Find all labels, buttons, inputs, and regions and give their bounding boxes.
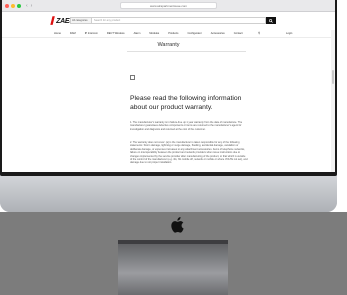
menu-item-home[interactable]: Home [54, 32, 61, 35]
site-header: ▍ZAES All categories Search for any prod… [2, 12, 335, 30]
page-content: Warranty Please read the following infor… [2, 38, 335, 164]
scrollbar-thumb[interactable] [332, 70, 334, 84]
menu-item-modules[interactable]: Modules [149, 32, 159, 35]
menu-item-ip-intercom[interactable]: IP Intercom [85, 32, 98, 35]
main-menu: Home DAM IP Intercom DECT Wireless Alarm… [2, 30, 335, 38]
warranty-paragraph-1: 1. The manufacturer's warranty is in fai… [130, 121, 243, 131]
forward-icon[interactable]: › [31, 3, 33, 9]
search-icon [269, 18, 273, 23]
document-icon [130, 75, 135, 80]
menu-item-dect-wireless[interactable]: DECT Wireless [107, 32, 125, 35]
close-window-icon[interactable] [5, 3, 9, 8]
monitor-stand-edge [118, 240, 228, 244]
apple-logo-icon [171, 217, 184, 233]
search-input[interactable]: Search for any product [92, 17, 266, 24]
menu-item-configurator[interactable]: Configurator [187, 32, 201, 35]
monitor-chin [0, 176, 337, 212]
category-select-value: All categories [72, 19, 88, 22]
monitor: ‹ › www.airapartmentsuae.com ▍ZAES All c… [0, 0, 337, 212]
category-select[interactable]: All categories [70, 17, 92, 24]
search-button[interactable] [266, 17, 276, 24]
menu-item-dam[interactable]: DAM [70, 32, 76, 35]
browser-titlebar: ‹ › www.airapartmentsuae.com [2, 0, 335, 12]
search-placeholder: Search for any product [94, 19, 121, 22]
menu-item-products[interactable]: Products [168, 32, 178, 35]
maximize-window-icon[interactable] [17, 3, 21, 8]
login-link[interactable]: Login [286, 32, 292, 35]
scene: ‹ › www.airapartmentsuae.com ▍ZAES All c… [0, 0, 347, 295]
warranty-paragraph-2: 2. The warranty does not cover: (a) is t… [130, 141, 248, 165]
cart-icon[interactable]: ⚲ [258, 31, 260, 35]
menu-item-alarm[interactable]: Alarm [134, 32, 141, 35]
back-icon[interactable]: ‹ [26, 3, 28, 9]
menu-item-contact[interactable]: Contact [234, 32, 243, 35]
minimize-window-icon[interactable] [11, 3, 15, 8]
menu-item-accessories[interactable]: Accessories [211, 32, 225, 35]
warranty-headline: Please read the following information ab… [130, 95, 242, 111]
address-bar[interactable]: www.airapartmentsuae.com [120, 2, 217, 9]
monitor-stand [118, 240, 228, 295]
page-scrollbar[interactable] [331, 30, 335, 172]
page-title: Warranty [157, 42, 180, 48]
url-text: www.airapartmentsuae.com [149, 3, 187, 8]
monitor-bezel: ‹ › www.airapartmentsuae.com ▍ZAES All c… [0, 0, 337, 176]
title-divider [127, 51, 246, 52]
browser-screen: ‹ › www.airapartmentsuae.com ▍ZAES All c… [2, 0, 335, 172]
